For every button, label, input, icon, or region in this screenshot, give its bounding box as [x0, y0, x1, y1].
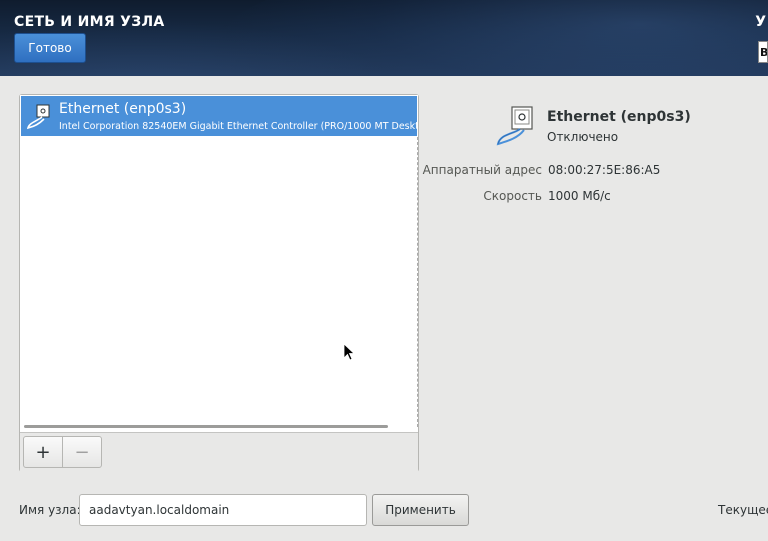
hardware-address-value: 08:00:27:5E:86:A5 [548, 163, 661, 177]
add-device-button[interactable]: + [23, 436, 63, 468]
hardware-address-label: Аппаратный адрес [422, 163, 542, 177]
mouse-pointer-icon [343, 343, 355, 361]
device-list-item[interactable]: Ethernet (enp0s3) Intel Corporation 8254… [21, 96, 417, 136]
hostname-input[interactable] [79, 494, 367, 526]
device-name: Ethernet (enp0s3) [59, 101, 187, 117]
device-list-panel: Ethernet (enp0s3) Intel Corporation 8254… [19, 94, 419, 472]
remove-device-button[interactable]: − [62, 436, 102, 468]
header-right-title-fragment: У [755, 14, 766, 30]
current-hostname-label: Текущее [718, 503, 768, 517]
page-title: СЕТЬ И ИМЯ УЗЛА [14, 14, 165, 30]
done-button[interactable]: Готово [14, 33, 86, 63]
vertical-scrollbar[interactable] [416, 137, 418, 427]
hostname-label: Имя узла: [19, 503, 81, 517]
device-list: Ethernet (enp0s3) Intel Corporation 8254… [20, 95, 418, 432]
ethernet-icon [26, 104, 50, 130]
header-bar: СЕТЬ И ИМЯ УЗЛА Готово У B [0, 0, 768, 76]
detail-device-status: Отключено [547, 130, 619, 144]
horizontal-scrollbar[interactable] [24, 425, 388, 428]
speed-label: Скорость [483, 189, 542, 203]
detail-device-name: Ethernet (enp0s3) [547, 109, 691, 125]
speed-value: 1000 Мб/с [548, 189, 611, 203]
apply-button[interactable]: Применить [372, 494, 469, 526]
device-list-toolbar: + − [20, 432, 418, 472]
ethernet-icon [496, 106, 533, 146]
keyboard-layout-indicator[interactable]: B [758, 41, 768, 63]
device-description: Intel Corporation 82540EM Gigabit Ethern… [59, 121, 417, 132]
